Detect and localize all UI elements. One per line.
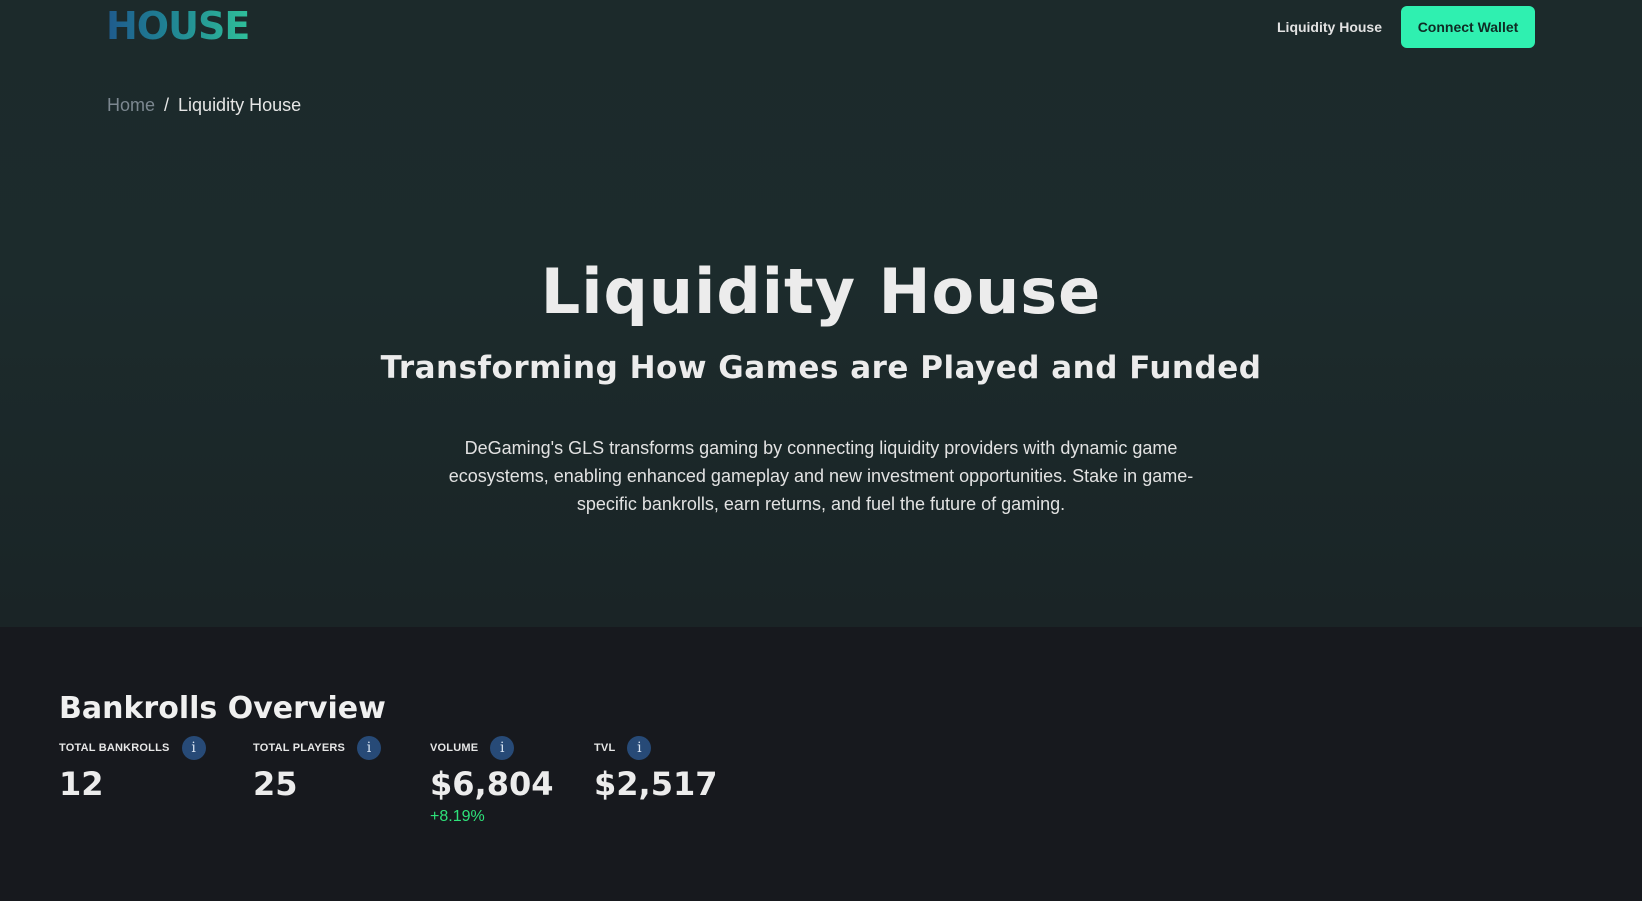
breadcrumb-current: Liquidity House [178, 95, 302, 115]
stat-total-players: TOTAL PLAYERS i 25 [253, 736, 382, 804]
page-subtitle: Transforming How Games are Played and Fu… [380, 350, 1262, 386]
stat-label: TOTAL BANKROLLS [59, 742, 170, 754]
bankrolls-overview-title: Bankrolls Overview [59, 691, 386, 726]
stat-total-bankrolls: TOTAL BANKROLLS i 12 [59, 736, 206, 804]
stat-value: $6,804 [430, 765, 554, 803]
breadcrumb-home-link[interactable]: Home [107, 93, 155, 117]
breadcrumb: Home / Liquidity House [107, 93, 301, 117]
info-icon[interactable]: i [627, 736, 652, 760]
page-title: Liquidity House [540, 255, 1102, 328]
house-logo[interactable]: HOUSE [106, 6, 250, 46]
info-icon[interactable]: i [357, 736, 382, 760]
stat-label: TVL [594, 742, 616, 754]
nav-link-liquidity-house[interactable]: Liquidity House [1277, 16, 1382, 38]
hero-description: DeGaming's GLS transforms gaming by conn… [448, 438, 1194, 514]
info-icon[interactable]: i [181, 736, 206, 760]
stat-label: VOLUME [430, 742, 479, 754]
stat-change-positive: +8.19% [430, 808, 485, 825]
stat-label: TOTAL PLAYERS [253, 742, 346, 754]
stat-volume: VOLUME i $6,804 +8.19% [430, 736, 553, 828]
breadcrumb-separator: / [164, 95, 170, 115]
connect-wallet-button[interactable]: Connect Wallet [1401, 6, 1535, 48]
info-icon[interactable]: i [490, 736, 515, 760]
stat-tvl: TVL i $2,517 [594, 736, 717, 804]
stat-value: 25 [253, 765, 298, 803]
stat-value: $2,517 [594, 765, 718, 803]
hero-section: HOUSE Liquidity House Connect Wallet Hom… [0, 0, 1642, 627]
stat-value: 12 [59, 765, 104, 803]
